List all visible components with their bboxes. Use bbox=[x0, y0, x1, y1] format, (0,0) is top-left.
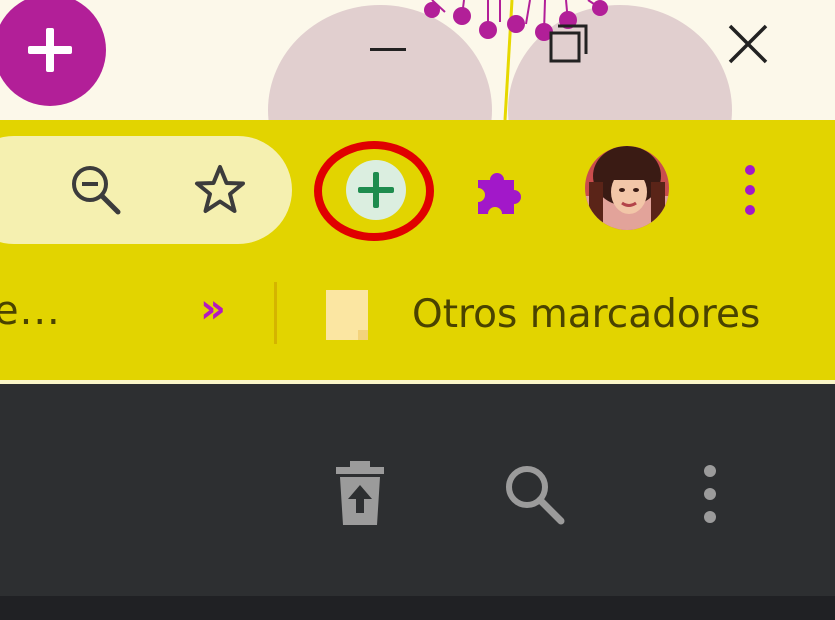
restore-button[interactable] bbox=[538, 14, 598, 74]
close-icon bbox=[728, 24, 768, 64]
search-button[interactable] bbox=[494, 454, 574, 534]
restore-from-trash-button[interactable] bbox=[320, 454, 400, 534]
toolbar bbox=[0, 120, 835, 260]
zoom-button[interactable] bbox=[66, 158, 126, 222]
browser-window: e... » Otros marcadores bbox=[0, 0, 835, 620]
zoom-out-icon bbox=[72, 166, 121, 215]
bookmarks-divider bbox=[274, 282, 277, 344]
bookmarks-bar: e... » Otros marcadores bbox=[0, 260, 835, 382]
star-icon bbox=[195, 165, 245, 213]
extensions-button[interactable] bbox=[460, 150, 540, 230]
more-vert-icon bbox=[745, 165, 755, 215]
restore-from-trash-icon bbox=[336, 461, 384, 525]
folder-icon bbox=[326, 290, 368, 340]
other-bookmarks-folder[interactable]: Otros marcadores bbox=[412, 292, 760, 337]
minimize-button[interactable] bbox=[358, 14, 418, 74]
bookmarks-overflow-button[interactable]: » bbox=[200, 286, 226, 332]
app-header bbox=[0, 384, 835, 596]
bookmark-star-button[interactable] bbox=[190, 158, 250, 222]
search-icon bbox=[506, 466, 565, 525]
bookmark-item[interactable]: e... bbox=[0, 288, 61, 334]
puzzle-icon bbox=[478, 173, 521, 214]
close-button[interactable] bbox=[718, 14, 778, 74]
avatar[interactable] bbox=[585, 146, 669, 230]
extension-add-button[interactable] bbox=[336, 150, 416, 230]
plus-circle-icon bbox=[346, 160, 406, 220]
restore-icon bbox=[549, 24, 588, 63]
browser-menu-button[interactable] bbox=[710, 150, 790, 230]
profile-photo bbox=[585, 146, 669, 230]
minimize-icon bbox=[370, 48, 406, 51]
plus-icon bbox=[28, 28, 72, 72]
page-content bbox=[0, 384, 835, 620]
more-vert-icon bbox=[704, 465, 716, 523]
app-menu-button[interactable] bbox=[670, 454, 750, 534]
title-bar bbox=[0, 0, 835, 120]
